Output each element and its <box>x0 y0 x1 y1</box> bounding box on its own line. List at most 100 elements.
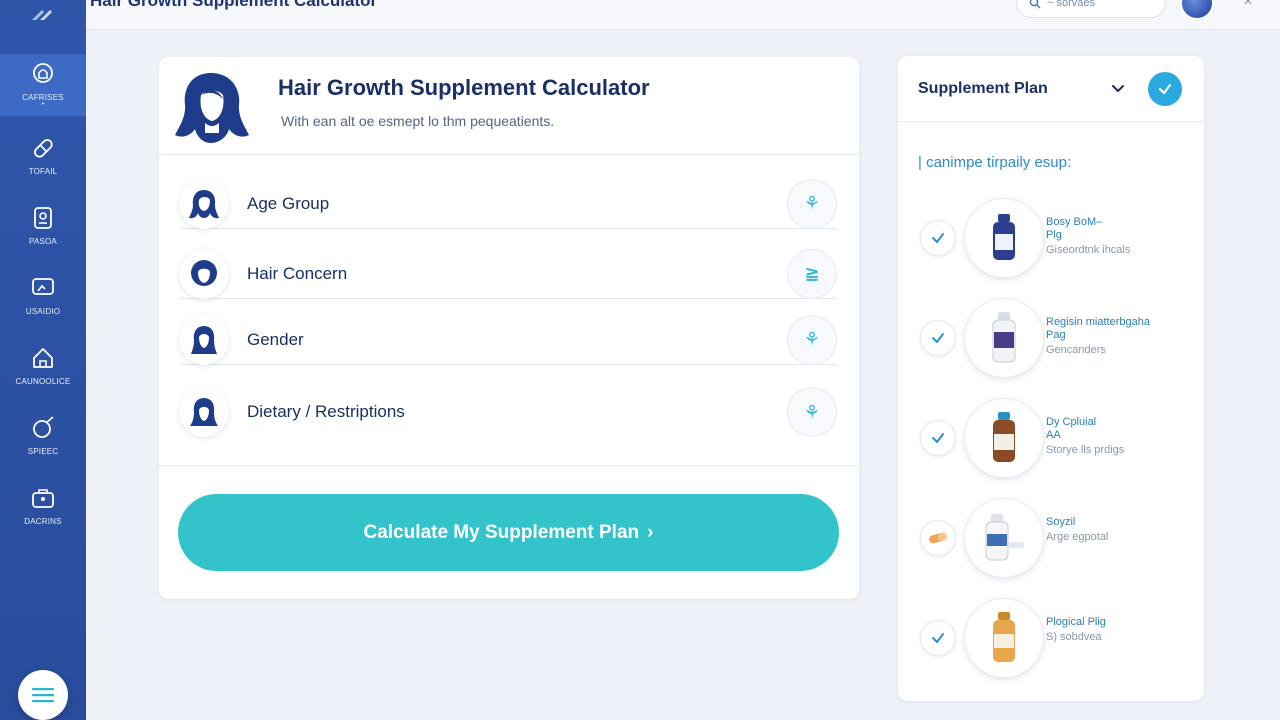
sidebar-item-usaidio[interactable]: USAIDIO <box>0 264 86 326</box>
hair-profile-icon <box>179 387 229 437</box>
plan-title: Supplement Plan <box>918 80 1048 97</box>
divider <box>159 465 859 466</box>
menu-icon <box>32 688 54 703</box>
field-label: Gender <box>247 329 304 349</box>
select-icon: ⚘ <box>803 193 821 213</box>
check-icon <box>932 233 944 243</box>
calculate-plan-button[interactable]: Calculate My Supplement Plan › <box>178 494 839 571</box>
bottle-icon <box>993 412 1015 462</box>
calculator-header: Hair Growth Supplement Calculator With e… <box>159 57 859 155</box>
select-icon: ⚘ <box>803 329 821 349</box>
supplement-bottle-image <box>964 198 1044 278</box>
hair-silhouette-icon <box>175 73 249 143</box>
supplement-bottle-image <box>964 298 1044 378</box>
logo-icon <box>32 10 52 20</box>
supplement-name: Soyzil <box>1046 516 1076 528</box>
select-icon: ≧ <box>804 263 820 283</box>
calculate-plan-label: Calculate My Supplement Plan <box>363 521 640 543</box>
supplement-check-button[interactable] <box>920 620 956 656</box>
chevron-down-icon[interactable] <box>1108 78 1128 98</box>
supplement-bottle-image <box>964 398 1044 478</box>
briefcase-icon <box>32 489 54 508</box>
sidebar-item-caunoolice[interactable]: CAUNOOLICE <box>0 334 86 396</box>
supplement-bottle-image <box>964 598 1044 678</box>
supplement-desc: Storye lls prdigs <box>1046 444 1125 456</box>
search-icon <box>1029 0 1041 9</box>
supplement-text: Dy Cpluial AA Storye lls prdigs <box>1046 416 1196 457</box>
supplement-item[interactable]: Bosy BoM– Plg Giseordtnk ihcals <box>920 198 1190 278</box>
document-icon <box>34 207 52 229</box>
edit-circle-icon <box>33 416 54 438</box>
check-icon <box>932 333 944 343</box>
check-icon <box>1158 83 1172 95</box>
supplement-name: Dy Cpluial AA <box>1046 416 1097 441</box>
sidebar-item-spieec[interactable]: SPIEEC <box>0 404 86 466</box>
field-label: Hair Concern <box>247 263 348 283</box>
app-logo[interactable] <box>0 0 86 30</box>
sidebar-item-label: TOFAIL <box>28 167 58 176</box>
app-title: Hair Growth Supplement Calculator <box>90 0 378 10</box>
search-text: ~ sorvaes <box>1047 0 1095 9</box>
field-gender[interactable]: Gender ⚘ <box>179 314 837 365</box>
sidebar-item-tofail[interactable]: TOFAIL <box>0 124 86 186</box>
supplement-desc: Giseordtnk ihcals <box>1046 244 1131 256</box>
field-dietary-restrictions[interactable]: Dietary / Restriptions ⚘ <box>179 387 837 437</box>
sidebar-item-pasoa[interactable]: PASOA <box>0 194 86 256</box>
page-title: Hair Growth Supplement Calculator <box>278 75 650 100</box>
check-icon <box>932 633 944 643</box>
monitor-icon <box>32 278 54 295</box>
check-icon <box>932 433 944 443</box>
field-select-button[interactable]: ⚘ <box>787 178 837 229</box>
bottle-icon <box>985 514 1024 561</box>
bottle-icon <box>992 312 1016 363</box>
field-select-button[interactable]: ≧ <box>787 248 837 299</box>
calculator-card: Hair Growth Supplement Calculator With e… <box>159 57 859 599</box>
select-icon: ⚘ <box>803 401 821 422</box>
sidebar-item-cafrises[interactable]: CAFRISES ⌃ <box>0 54 86 116</box>
supplement-name: Regisin miatterbgaha Pag <box>1046 316 1150 341</box>
supplement-item[interactable]: Regisin miatterbgaha Pag Gencanders <box>920 298 1190 378</box>
field-hair-concern[interactable]: Hair Concern ≧ <box>179 248 837 299</box>
supplement-pill-button[interactable] <box>920 520 956 556</box>
supplement-desc: Arge egpotal <box>1046 531 1109 543</box>
home-icon <box>33 348 53 368</box>
supplement-item[interactable]: Dy Cpluial AA Storye lls prdigs <box>920 398 1190 478</box>
supplement-check-button[interactable] <box>920 320 956 356</box>
sidebar-item-dacrins[interactable]: DACRINS <box>0 474 86 536</box>
page-subtitle: With ean alt oe esmept lo thm pequeatien… <box>281 113 555 129</box>
sidebar-item-label: DACRINS <box>24 517 62 526</box>
supplement-item[interactable]: Soyzil Arge egpotal <box>920 498 1190 578</box>
supplement-text: Soyzil Arge egpotal <box>1046 516 1196 544</box>
supplement-desc: S) sobdvea <box>1046 631 1102 643</box>
pill-icon <box>929 532 947 544</box>
chevron-right-icon: › <box>647 521 654 543</box>
close-icon[interactable]: × <box>1240 0 1256 10</box>
supplement-check-button[interactable] <box>920 220 956 256</box>
sidebar-item-label: SPIEEC <box>27 447 59 456</box>
search-box[interactable]: ~ sorvaes <box>1016 0 1166 18</box>
bottle-icon <box>993 612 1015 662</box>
field-label: Dietary / Restriptions <box>247 402 405 421</box>
supplement-name: Bosy BoM– Plg <box>1046 216 1103 241</box>
bottle-icon <box>993 214 1015 260</box>
field-age-group[interactable]: Age Group ⚘ <box>179 178 837 229</box>
supplement-text: Regisin miatterbgaha Pag Gencanders <box>1046 316 1196 357</box>
supplement-bottle-image <box>964 498 1044 578</box>
hair-profile-icon <box>179 314 229 365</box>
supplement-text: Bosy BoM– Plg Giseordtnk ihcals <box>1046 216 1196 257</box>
capsule-icon <box>34 139 53 158</box>
sidebar-item-label: USAIDIO <box>25 307 61 316</box>
sidebar: CAFRISES ⌃ TOFAIL PASOA USAIDIO CAUNOOLI… <box>0 30 86 720</box>
menu-button[interactable] <box>18 670 68 720</box>
supplement-text: Plogical Plig S) sobdvea <box>1046 616 1196 644</box>
field-select-button[interactable]: ⚘ <box>787 387 837 437</box>
supplement-check-button[interactable] <box>920 420 956 456</box>
sidebar-item-label: PASOA <box>29 237 57 246</box>
plan-confirm-button[interactable] <box>1148 72 1182 106</box>
field-label: Age Group <box>247 193 330 213</box>
avatar[interactable] <box>1180 0 1214 20</box>
plan-intro: | canimpe tirpaily esup: <box>918 154 1072 171</box>
field-select-button[interactable]: ⚘ <box>787 314 837 365</box>
supplement-item[interactable]: Plogical Plig S) sobdvea <box>920 598 1190 678</box>
sidebar-item-label: CAUNOOLICE <box>15 377 71 386</box>
